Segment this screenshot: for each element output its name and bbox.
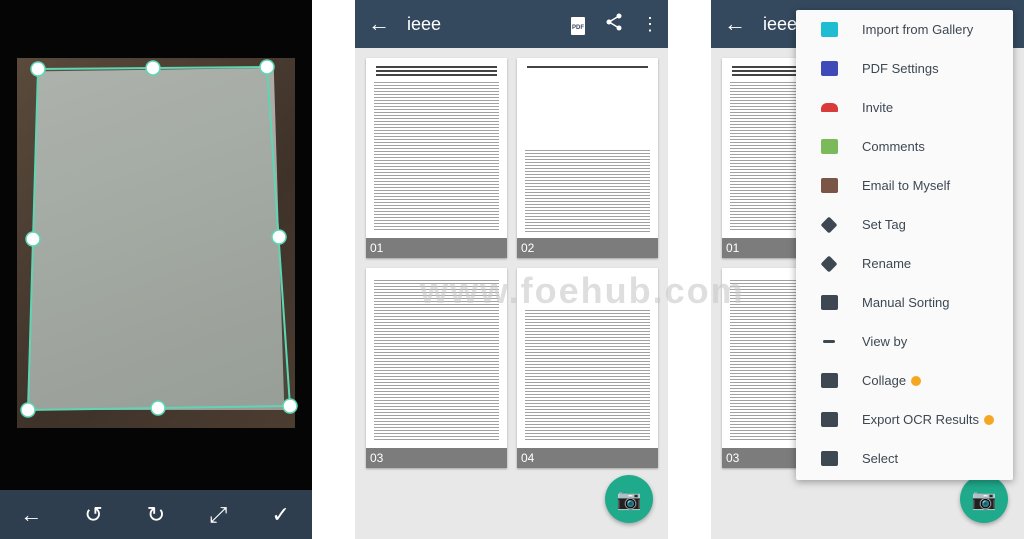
pdf-icon-label: PDF (571, 17, 585, 35)
crop-handle[interactable] (30, 61, 46, 77)
menu-item-label: Import from Gallery (862, 22, 974, 37)
crop-handle[interactable] (145, 60, 161, 76)
menu-item-import-from-gallery[interactable]: Import from Gallery (796, 10, 1013, 49)
page-number: 04 (517, 448, 658, 468)
menu-item-label: View by (862, 334, 908, 349)
menu-item-comments[interactable]: Comments (796, 127, 1013, 166)
back-icon[interactable]: ← (355, 11, 403, 37)
menu-item-label: Manual Sorting (862, 295, 950, 310)
crop-frame[interactable] (0, 0, 312, 490)
watermark: www.foehub.com (420, 270, 745, 311)
sort-icon (796, 295, 862, 310)
crop-handle[interactable] (150, 400, 166, 416)
page-thumbnail[interactable]: 01 (366, 58, 507, 258)
crown-icon (911, 375, 922, 386)
rotate-left-icon[interactable]: ↺ (74, 502, 114, 528)
rotate-right-icon[interactable]: ↻ (136, 502, 176, 528)
checkbox-icon (796, 451, 862, 466)
envelope-icon (796, 178, 862, 193)
crop-handle[interactable] (25, 231, 41, 247)
menu-item-label: Invite (862, 100, 894, 115)
txt-file-icon (796, 412, 862, 427)
crop-screen: ← ↺ ↻ ⤢ ✓ (0, 0, 312, 539)
menu-item-label: Comments (862, 139, 925, 154)
menu-item-label: Collage (862, 373, 907, 388)
page-number: 02 (517, 238, 658, 258)
pdf-icon[interactable]: PDF (560, 13, 596, 35)
crop-handle[interactable] (282, 398, 298, 414)
app-bar: ← ieee PDF ⋮ (355, 0, 668, 48)
crown-icon (984, 414, 995, 425)
camera-button[interactable]: 📷 (960, 475, 1008, 523)
collage-icon (796, 373, 862, 388)
crop-toolbar: ← ↺ ↻ ⤢ ✓ (0, 490, 312, 539)
tag-icon (796, 216, 862, 233)
camera-button[interactable]: 📷 (605, 475, 653, 523)
menu-item-manual-sorting[interactable]: Manual Sorting (796, 283, 1013, 322)
overflow-menu: Import from Gallery PDF Settings Invite Com… (796, 10, 1013, 480)
more-options-icon[interactable]: ⋮ (632, 14, 668, 35)
menu-item-set-tag[interactable]: Set Tag (796, 205, 1013, 244)
menu-item-label: Export OCR Results (862, 412, 980, 427)
crop-handle[interactable] (271, 229, 287, 245)
page-thumbnail[interactable]: 02 (517, 58, 658, 258)
menu-item-collage[interactable]: Collage (796, 361, 1013, 400)
menu-item-select[interactable]: Select (796, 439, 1013, 478)
page-number: 01 (366, 238, 507, 258)
share-icon[interactable] (596, 13, 632, 36)
pdf-icon (796, 61, 862, 76)
expand-icon[interactable]: ⤢ (198, 502, 238, 528)
menu-item-label: Rename (862, 256, 912, 271)
menu-item-label: PDF Settings (862, 61, 939, 76)
add-group-icon (796, 103, 862, 112)
menu-item-email-to-myself[interactable]: Email to Myself (796, 166, 1013, 205)
crop-handle[interactable] (20, 402, 36, 418)
menu-item-label: Select (862, 451, 899, 466)
crop-handle[interactable] (259, 59, 275, 75)
camera-icon: 📷 (971, 488, 997, 511)
menu-item-label: Email to Myself (862, 178, 951, 193)
menu-item-export-ocr-results[interactable]: Export OCR Results (796, 400, 1013, 439)
page-number: 03 (366, 448, 507, 468)
menu-item-invite[interactable]: Invite (796, 88, 1013, 127)
pencil-icon (796, 255, 862, 272)
menu-item-pdf-settings[interactable]: PDF Settings (796, 49, 1013, 88)
comment-icon (796, 139, 862, 154)
compress-icon (796, 340, 862, 343)
check-icon[interactable]: ✓ (261, 502, 301, 528)
menu-item-label: Set Tag (862, 217, 906, 232)
menu-item-view-by[interactable]: View by (796, 322, 1013, 361)
document-title: ieee (407, 13, 442, 34)
menu-item-rename[interactable]: Rename (796, 244, 1013, 283)
back-icon[interactable]: ← (711, 11, 759, 37)
camera-icon: 📷 (616, 488, 642, 511)
back-icon[interactable]: ← (11, 502, 51, 528)
image-icon (796, 22, 862, 37)
